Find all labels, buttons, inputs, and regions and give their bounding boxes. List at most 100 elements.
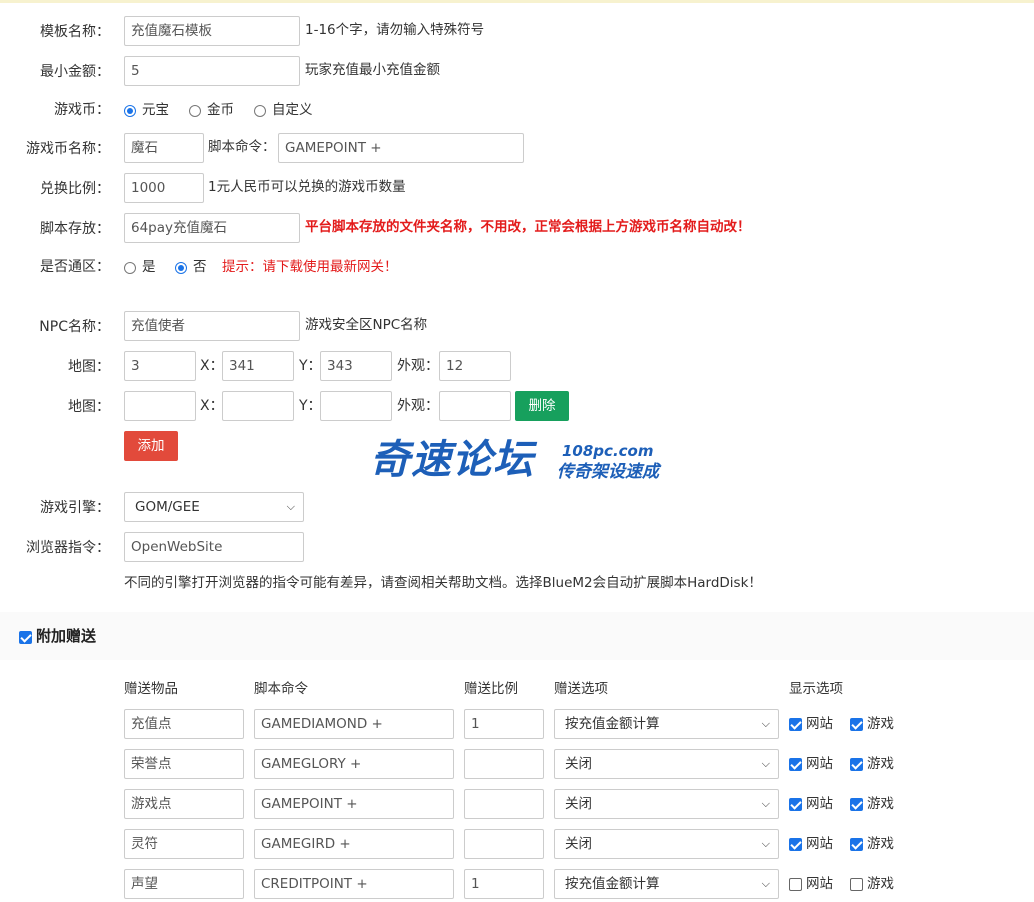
show-game-checkbox[interactable]	[850, 878, 863, 891]
show-site-checkbox[interactable]	[789, 758, 802, 771]
ratio-input[interactable]: 1000	[124, 173, 204, 203]
chevron-down-icon: ⌵	[286, 500, 295, 513]
show-game-checkbox[interactable]	[850, 758, 863, 771]
show-site-label: 网站	[806, 756, 833, 772]
currency-name-input[interactable]: 魔石	[124, 133, 204, 163]
column-header-option: 赠送选项	[554, 681, 608, 697]
browser-cmd-hint: 不同的引擎打开浏览器的指令可能有差异，请查阅相关帮助文档。选择BlueM2会自动…	[124, 575, 762, 591]
bonus-ratio-input[interactable]: 1	[464, 869, 544, 899]
min-amount-input[interactable]: 5	[124, 56, 300, 86]
currency-option-gold: 金币	[207, 102, 234, 118]
npc-name-label: NPC名称：	[39, 319, 110, 335]
currency-option-yuanbao: 元宝	[142, 102, 169, 118]
x-input[interactable]	[222, 391, 294, 421]
y-input[interactable]	[320, 391, 392, 421]
show-game-checkbox[interactable]	[850, 838, 863, 851]
delete-map-button[interactable]: 删除	[515, 391, 569, 421]
bonus-command-input[interactable]: GAMEPOINT +	[254, 789, 454, 819]
bonus-command-input[interactable]: GAMEDIAMOND +	[254, 709, 454, 739]
currency-radio-gold[interactable]	[189, 105, 201, 117]
show-site-checkbox[interactable]	[789, 878, 802, 891]
bonus-item-input[interactable]: 游戏点	[124, 789, 244, 819]
map-label: 地图：	[68, 399, 110, 415]
show-site-checkbox[interactable]	[789, 838, 802, 851]
npc-name-input[interactable]: 充值使者	[124, 311, 300, 341]
bonus-item-input[interactable]: 灵符	[124, 829, 244, 859]
cross-server-option-no: 否	[193, 259, 207, 275]
column-header-display: 显示选项	[789, 681, 843, 697]
show-game-checkbox[interactable]	[850, 718, 863, 731]
bonus-command-input[interactable]: CREDITPOINT +	[254, 869, 454, 899]
y-label: Y：	[299, 358, 322, 374]
script-store-input[interactable]: 64pay充值魔石	[124, 213, 300, 243]
script-command-input[interactable]: GAMEPOINT +	[278, 133, 524, 163]
show-game-label: 游戏	[867, 876, 894, 892]
engine-select[interactable]: GOM/GEE ⌵	[124, 492, 304, 522]
template-name-input[interactable]: 充值魔石模板	[124, 16, 300, 46]
bonus-item-input[interactable]: 荣誉点	[124, 749, 244, 779]
chevron-down-icon: ⌵	[761, 757, 770, 770]
show-game-label: 游戏	[867, 756, 894, 772]
chevron-down-icon: ⌵	[761, 877, 770, 890]
bonus-ratio-input[interactable]	[464, 749, 544, 779]
look-label: 外观：	[397, 398, 439, 414]
cross-server-radio-no[interactable]	[175, 262, 187, 274]
currency-radio-custom[interactable]	[254, 105, 266, 117]
engine-select-value: GOM/GEE	[135, 499, 200, 515]
bonus-ratio-input[interactable]: 1	[464, 709, 544, 739]
y-input[interactable]: 343	[320, 351, 392, 381]
show-site-checkbox[interactable]	[789, 718, 802, 731]
look-input[interactable]: 12	[439, 351, 511, 381]
bonus-ratio-input[interactable]	[464, 829, 544, 859]
column-header-command: 脚本命令	[254, 681, 308, 697]
map-input[interactable]	[124, 391, 196, 421]
show-site-checkbox[interactable]	[789, 798, 802, 811]
currency-label: 游戏币：	[54, 102, 110, 118]
top-border	[0, 0, 1034, 3]
bonus-command-input[interactable]: GAMEGIRD +	[254, 829, 454, 859]
add-map-button[interactable]: 添加	[124, 431, 178, 461]
cross-server-option-yes: 是	[142, 259, 156, 275]
x-label: X：	[200, 398, 224, 414]
watermark-slogan: 传奇架设速成	[557, 462, 659, 482]
npc-name-hint: 游戏安全区NPC名称	[305, 317, 428, 333]
browser-cmd-label: 浏览器指令：	[26, 540, 110, 556]
min-amount-hint: 玩家充值最小充值金额	[305, 62, 440, 78]
cross-server-radio-yes[interactable]	[124, 262, 136, 274]
bonus-option-select[interactable]: 按充值金额计算 ⌵	[554, 869, 779, 899]
map-label: 地图：	[68, 359, 110, 375]
currency-option-custom: 自定义	[272, 102, 313, 118]
y-label: Y：	[299, 398, 322, 414]
bonus-item-input[interactable]: 充值点	[124, 709, 244, 739]
bonus-option-value: 关闭	[565, 756, 592, 772]
browser-cmd-input[interactable]: OpenWebSite	[124, 532, 304, 562]
bonus-title: 附加赠送	[36, 627, 97, 645]
min-amount-label: 最小金额：	[40, 64, 110, 80]
bonus-option-value: 按充值金额计算	[565, 716, 660, 732]
x-input[interactable]: 341	[222, 351, 294, 381]
bonus-option-select[interactable]: 关闭 ⌵	[554, 829, 779, 859]
bonus-option-select[interactable]: 按充值金额计算 ⌵	[554, 709, 779, 739]
bonus-option-select[interactable]: 关闭 ⌵	[554, 749, 779, 779]
look-input[interactable]	[439, 391, 511, 421]
show-game-checkbox[interactable]	[850, 798, 863, 811]
ratio-label: 兑换比例：	[40, 181, 110, 197]
chevron-down-icon: ⌵	[761, 797, 770, 810]
map-input[interactable]: 3	[124, 351, 196, 381]
currency-radio-yuanbao[interactable]	[124, 105, 136, 117]
bonus-command-input[interactable]: GAMEGLORY +	[254, 749, 454, 779]
show-site-label: 网站	[806, 876, 833, 892]
look-label: 外观：	[397, 358, 439, 374]
show-game-label: 游戏	[867, 716, 894, 732]
currency-name-label: 游戏币名称：	[26, 141, 110, 157]
ratio-hint: 1元人民币可以兑换的游戏币数量	[208, 179, 406, 195]
script-store-label: 脚本存放：	[40, 221, 110, 237]
show-site-label: 网站	[806, 796, 833, 812]
bonus-option-select[interactable]: 关闭 ⌵	[554, 789, 779, 819]
bonus-enable-checkbox[interactable]	[19, 631, 32, 644]
bonus-ratio-input[interactable]	[464, 789, 544, 819]
bonus-item-input[interactable]: 声望	[124, 869, 244, 899]
template-name-label: 模板名称：	[40, 24, 110, 40]
script-store-hint: 平台脚本存放的文件夹名称，不用改，正常会根据上方游戏币名称自动改！	[305, 219, 751, 235]
column-header-ratio: 赠送比例	[464, 681, 518, 697]
